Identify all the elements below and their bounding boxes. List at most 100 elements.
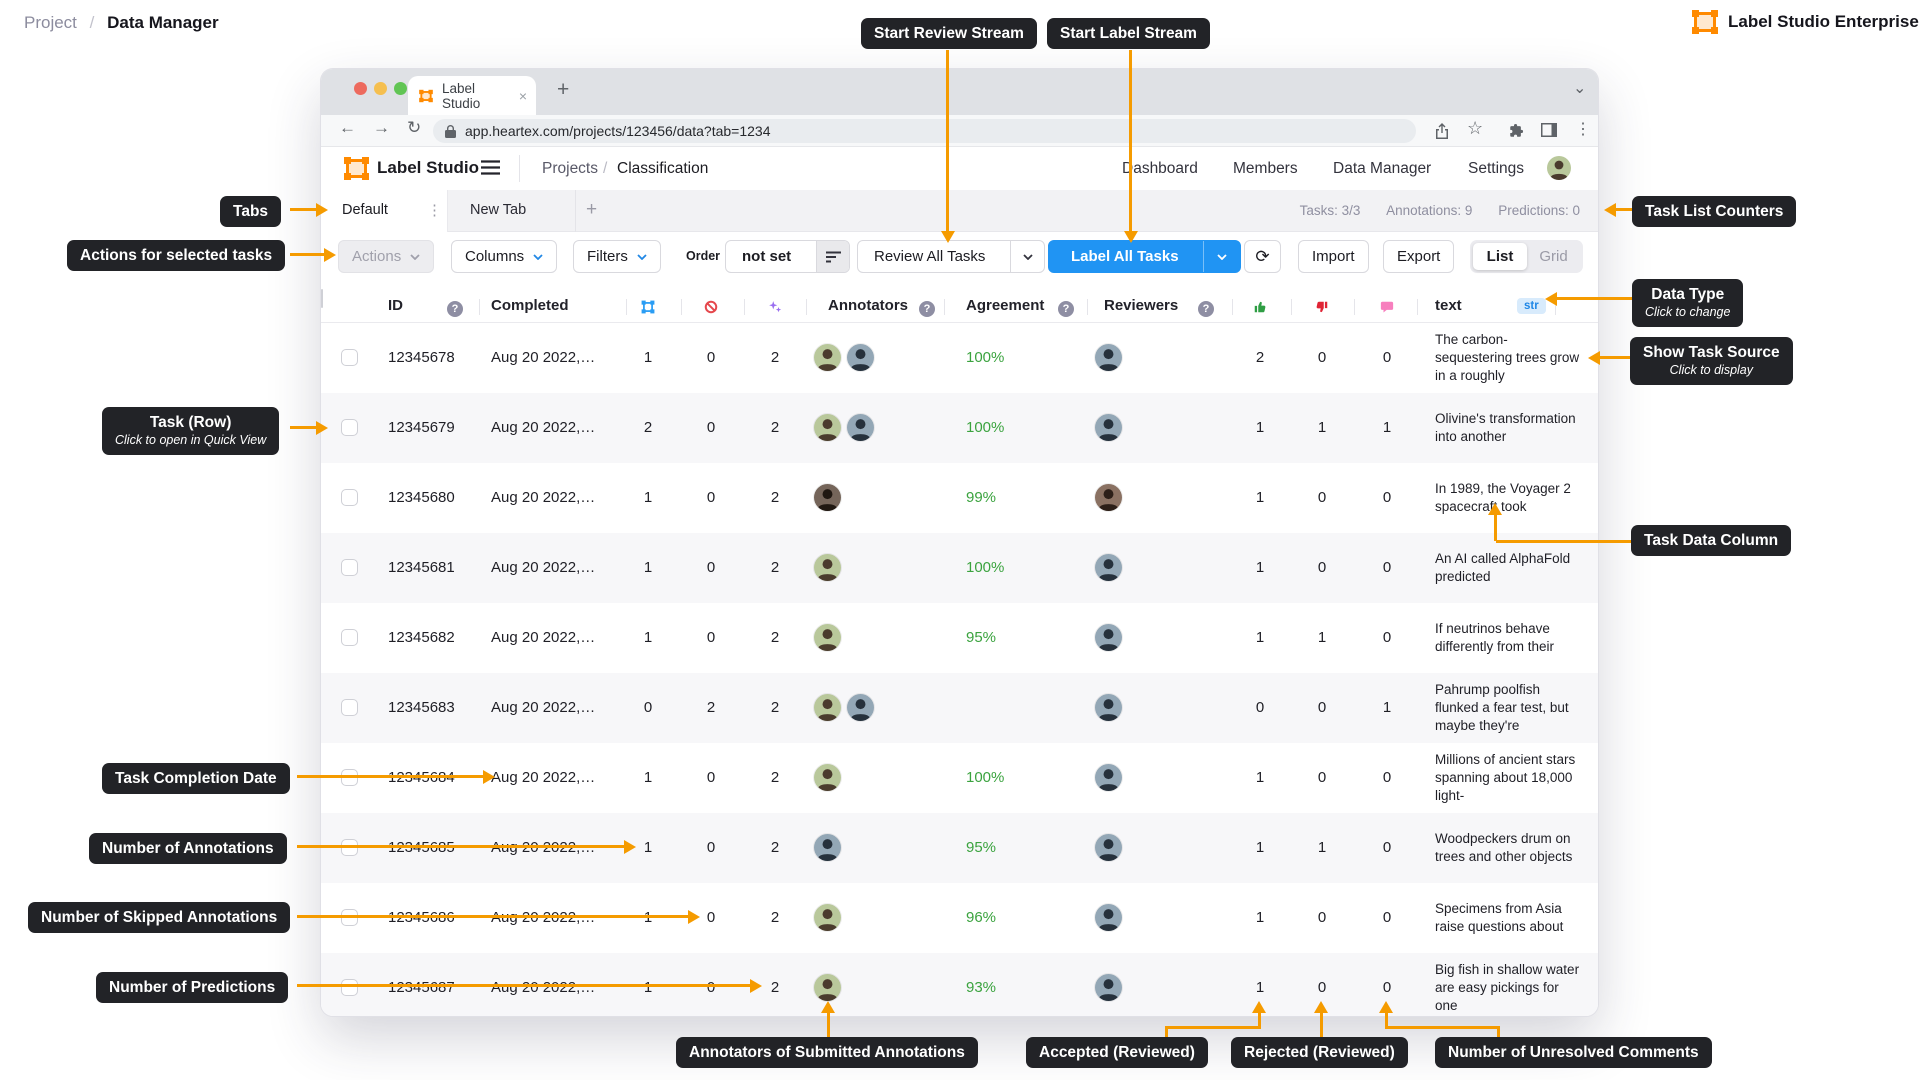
table-row[interactable]: 12345682Aug 20 2022,…10295%110If neutrin… xyxy=(321,603,1598,673)
window-zoom-button[interactable] xyxy=(394,82,407,95)
col-agreement[interactable]: Agreement xyxy=(966,297,1044,314)
extensions-icon[interactable] xyxy=(1509,123,1524,138)
table-row[interactable]: 12345681Aug 20 2022,…102100%100An AI cal… xyxy=(321,533,1598,603)
row-checkbox[interactable] xyxy=(341,699,358,716)
app-logo-icon[interactable] xyxy=(346,159,367,178)
show-source-button[interactable] xyxy=(1561,953,1595,1016)
col-id[interactable]: ID xyxy=(388,297,403,314)
tab-new-tab[interactable]: New Tab xyxy=(470,202,526,218)
breadcrumb-project[interactable]: Project xyxy=(24,13,77,32)
side-panel-icon[interactable] xyxy=(1541,123,1557,137)
arrow-num-annotations xyxy=(297,845,624,848)
app-breadcrumb-projects[interactable]: Projects xyxy=(542,160,598,178)
task-text: An AI called AlphaFold predicted xyxy=(1435,533,1581,603)
col-reviewers[interactable]: Reviewers xyxy=(1104,297,1178,314)
review-all-tasks-button[interactable]: Review All Tasks xyxy=(857,240,1045,273)
skipped-annotations-icon[interactable] xyxy=(702,298,720,316)
export-button[interactable]: Export xyxy=(1383,240,1454,273)
data-type-badge[interactable]: str xyxy=(1517,298,1546,314)
nav-settings[interactable]: Settings xyxy=(1468,160,1524,178)
rejected-icon[interactable] xyxy=(1313,298,1331,316)
nav-data-manager[interactable]: Data Manager xyxy=(1333,160,1431,178)
help-icon[interactable]: ? xyxy=(1058,301,1074,317)
add-tab-icon[interactable]: + xyxy=(586,199,597,221)
help-icon[interactable]: ? xyxy=(447,301,463,317)
row-checkbox[interactable] xyxy=(341,559,358,576)
nav-dashboard[interactable]: Dashboard xyxy=(1122,160,1198,178)
col-completed[interactable]: Completed xyxy=(491,297,569,314)
window-close-button[interactable] xyxy=(354,82,367,95)
tab-default[interactable]: Default ⋮ xyxy=(321,190,448,232)
row-checkbox[interactable] xyxy=(341,419,358,436)
data-manager-toolbar: Actions Columns Filters Order not set Re… xyxy=(321,232,1598,290)
show-source-button[interactable] xyxy=(1561,813,1595,883)
app-logo-text: Label Studio xyxy=(377,158,479,178)
table-row[interactable]: 12345678Aug 20 2022,…102100%200The carbo… xyxy=(321,323,1598,393)
accepted-icon[interactable] xyxy=(1251,298,1269,316)
row-checkbox[interactable] xyxy=(341,349,358,366)
actions-button[interactable]: Actions xyxy=(338,240,434,273)
new-tab-icon[interactable]: + xyxy=(557,78,569,102)
address-bar[interactable]: app.heartex.com/projects/123456/data?tab… xyxy=(433,119,1416,143)
help-icon[interactable]: ? xyxy=(919,301,935,317)
grid-view-button[interactable]: Grid xyxy=(1527,248,1580,265)
sort-icon[interactable] xyxy=(816,241,849,272)
tab-menu-icon[interactable]: ⋮ xyxy=(427,201,442,219)
avatar xyxy=(1095,414,1122,441)
reload-icon[interactable]: ↻ xyxy=(407,118,421,138)
predictions-icon[interactable] xyxy=(766,298,784,316)
refresh-button[interactable]: ⟳ xyxy=(1244,240,1281,273)
forward-icon[interactable]: → xyxy=(373,118,390,138)
help-icon[interactable]: ? xyxy=(1198,301,1214,317)
share-icon[interactable] xyxy=(1435,123,1449,139)
skipped-count: 0 xyxy=(691,603,731,673)
user-avatar[interactable] xyxy=(1547,156,1571,180)
hamburger-menu-icon[interactable] xyxy=(481,160,500,175)
window-chevron-icon[interactable]: ⌄ xyxy=(1573,78,1586,98)
table-row[interactable]: 12345680Aug 20 2022,…10299%100In 1989, t… xyxy=(321,463,1598,533)
show-source-button[interactable] xyxy=(1561,533,1595,603)
avatar xyxy=(814,484,841,511)
browser-menu-icon[interactable]: ⋮ xyxy=(1575,119,1591,139)
table-row[interactable]: 12345685Aug 20 2022,…10295%110Woodpecker… xyxy=(321,813,1598,883)
nav-members[interactable]: Members xyxy=(1233,160,1298,178)
comments-count: 1 xyxy=(1367,393,1407,463)
back-icon[interactable]: ← xyxy=(339,118,356,138)
select-all-checkbox[interactable] xyxy=(321,289,323,308)
show-source-button[interactable] xyxy=(1561,393,1595,463)
columns-button[interactable]: Columns xyxy=(451,240,557,273)
bookmark-star-icon[interactable]: ☆ xyxy=(1467,118,1483,139)
window-minimize-button[interactable] xyxy=(374,82,387,95)
comments-icon[interactable] xyxy=(1378,298,1396,316)
row-checkbox[interactable] xyxy=(341,629,358,646)
browser-tab[interactable]: Label Studio × xyxy=(408,76,536,115)
row-checkbox[interactable] xyxy=(341,979,358,996)
reviewer-avatars xyxy=(1095,624,1122,656)
show-source-button[interactable] xyxy=(1561,673,1595,743)
review-dropdown-icon[interactable] xyxy=(1010,241,1044,272)
table-row[interactable]: 12345686Aug 20 2022,…10296%100Specimens … xyxy=(321,883,1598,953)
ordering-button[interactable]: not set xyxy=(725,240,850,273)
label-all-tasks-button[interactable]: Label All Tasks xyxy=(1048,240,1241,273)
table-row[interactable]: 12345684Aug 20 2022,…102100%100Millions … xyxy=(321,743,1598,813)
show-source-button[interactable] xyxy=(1561,743,1595,813)
show-source-button[interactable] xyxy=(1561,883,1595,953)
task-id: 12345684 xyxy=(388,743,455,813)
list-view-button[interactable]: List xyxy=(1473,243,1527,270)
table-row[interactable]: 12345683Aug 20 2022,…022001Pahrump poolf… xyxy=(321,673,1598,743)
col-text[interactable]: text xyxy=(1435,297,1462,314)
row-checkbox[interactable] xyxy=(341,489,358,506)
show-source-button[interactable] xyxy=(1561,463,1595,533)
predictions-count: 2 xyxy=(755,743,795,813)
col-annotators[interactable]: Annotators xyxy=(828,297,908,314)
show-source-button[interactable] xyxy=(1561,603,1595,673)
annotation-num-predictions: Number of Predictions xyxy=(96,972,288,1003)
annotations-count-icon[interactable] xyxy=(639,298,657,316)
label-dropdown-icon[interactable] xyxy=(1203,241,1240,272)
import-button[interactable]: Import xyxy=(1298,240,1369,273)
rejected-count: 1 xyxy=(1302,813,1342,883)
table-row[interactable]: 12345679Aug 20 2022,…202100%111Olivine's… xyxy=(321,393,1598,463)
filters-button[interactable]: Filters xyxy=(573,240,661,273)
browser-tab-title: Label Studio xyxy=(442,81,512,111)
tab-close-icon[interactable]: × xyxy=(519,88,527,104)
